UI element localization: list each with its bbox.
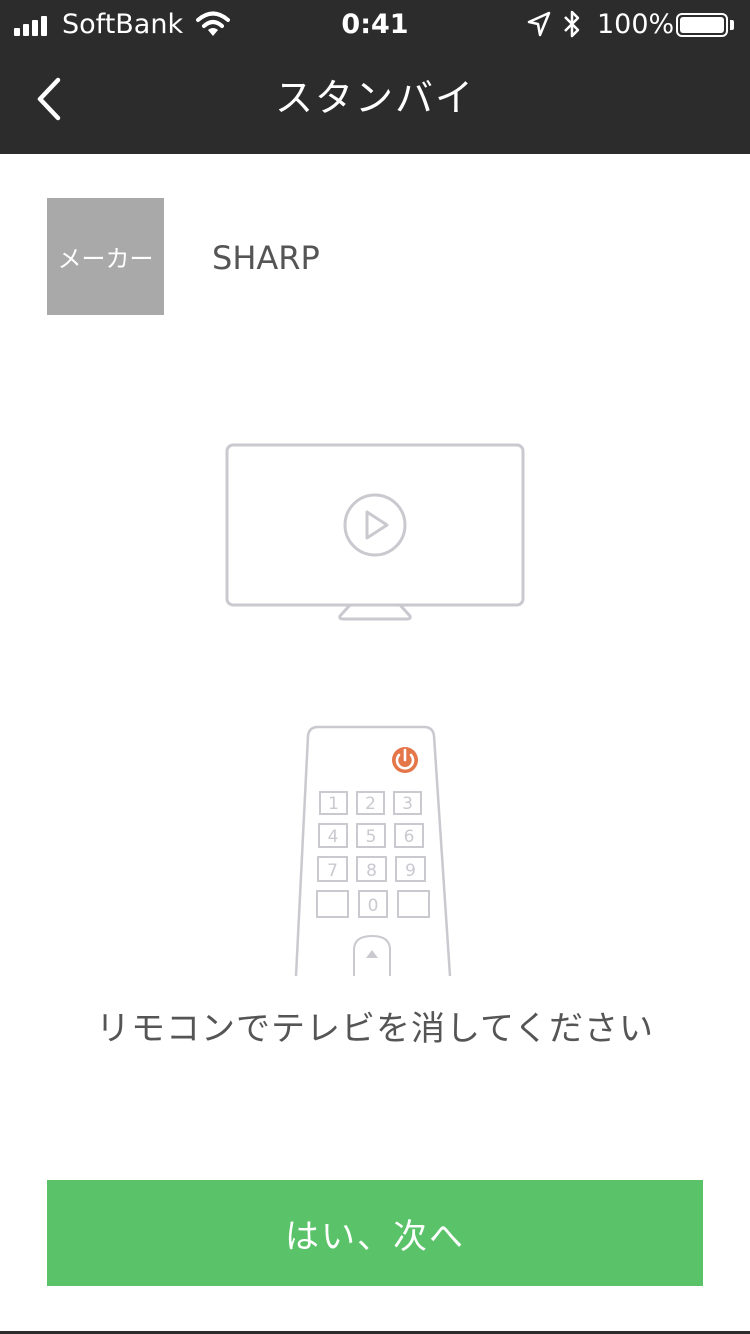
tv-play-icon (225, 443, 525, 621)
status-bar: SoftBank 0:41 100% (0, 0, 750, 50)
battery-percent: 100% (597, 9, 675, 40)
remote-control-icon: 1 2 3 4 5 6 7 8 9 0 (294, 725, 452, 977)
location-icon (527, 11, 551, 37)
remote-key-8: 8 (366, 861, 377, 881)
remote-key-4: 4 (328, 827, 339, 847)
remote-key-3: 3 (402, 794, 413, 814)
next-button[interactable]: はい、次へ (47, 1180, 703, 1286)
next-button-label: はい、次へ (285, 1216, 465, 1257)
instruction-text: リモコンでテレビを消してください (96, 1009, 654, 1049)
battery-tip (730, 20, 734, 30)
remote-key-7: 7 (327, 861, 338, 881)
remote-key-9: 9 (405, 861, 416, 881)
remote-key-0: 0 (368, 896, 379, 916)
remote-key-5: 5 (366, 827, 377, 847)
maker-label-tile: メーカー (47, 198, 164, 315)
header: SoftBank 0:41 100% スタンバイ (0, 0, 750, 154)
remote-key-6: 6 (404, 827, 415, 847)
maker-name: SHARP (212, 239, 320, 277)
battery-icon (676, 13, 728, 37)
page-title: スタンバイ (274, 76, 475, 120)
remote-key-2: 2 (365, 794, 376, 814)
bluetooth-icon (564, 10, 580, 38)
battery-fill (680, 17, 724, 33)
remote-key-1: 1 (328, 794, 339, 814)
